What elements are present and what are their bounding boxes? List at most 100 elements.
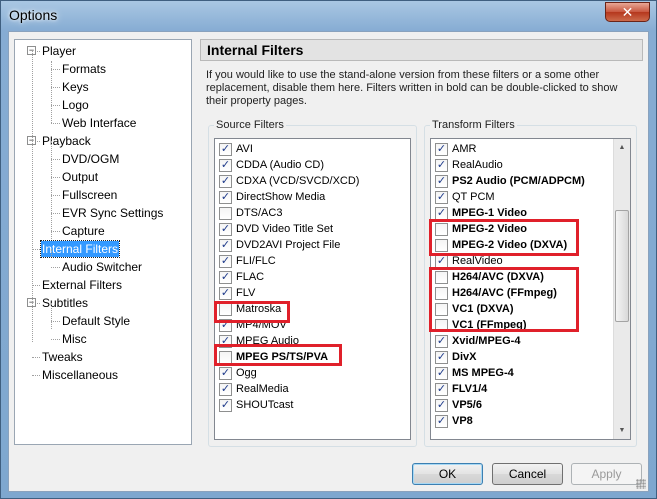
filter-checkbox[interactable]: ✓ xyxy=(435,335,448,348)
tree-connector xyxy=(51,213,60,214)
tree-connector xyxy=(51,123,60,124)
close-button[interactable]: ✕ xyxy=(605,2,650,22)
tree-connector xyxy=(51,231,60,232)
filter-checkbox[interactable] xyxy=(435,319,448,332)
scroll-up-icon[interactable]: ▲ xyxy=(614,139,630,156)
filter-checkbox[interactable] xyxy=(435,271,448,284)
filter-checkbox[interactable]: ✓ xyxy=(219,223,232,236)
filter-label: DirectShow Media xyxy=(236,191,326,203)
tree-connector xyxy=(51,303,52,329)
filter-label: FLV xyxy=(236,287,256,299)
tree-connector xyxy=(32,375,40,376)
filter-checkbox[interactable]: ✓ xyxy=(219,383,232,396)
transform-filters-scrollbar[interactable]: ▲ ▼ xyxy=(613,139,630,439)
filter-checkbox[interactable]: ✓ xyxy=(435,255,448,268)
filter-checkbox[interactable]: ✓ xyxy=(219,287,232,300)
filter-label: DivX xyxy=(452,351,477,363)
filter-label: H264/AVC (FFmpeg) xyxy=(452,287,557,299)
filter-label: FLV1/4 xyxy=(452,383,488,395)
resize-grip-icon[interactable] xyxy=(636,479,646,489)
tree-connector xyxy=(51,87,60,88)
tree-connector xyxy=(51,339,60,340)
filter-label: DVD Video Title Set xyxy=(236,223,334,235)
tree-item[interactable]: External Filters xyxy=(41,277,123,293)
filter-checkbox[interactable]: ✓ xyxy=(219,399,232,412)
filter-checkbox[interactable]: ✓ xyxy=(219,143,232,156)
options-tree[interactable]: − Player Formats Keys Logo Web Interface − Play… xyxy=(14,39,192,445)
filter-checkbox[interactable]: ✓ xyxy=(219,319,232,332)
source-filters-list[interactable]: ✓ AVI ✓ CDDA (Audio CD) ✓ CDXA (VCD/SVCD/XCD)… xyxy=(214,138,411,440)
tree-item[interactable]: Capture xyxy=(61,223,106,239)
cancel-button[interactable]: Cancel xyxy=(492,463,563,485)
filter-checkbox[interactable]: ✓ xyxy=(219,239,232,252)
apply-button[interactable]: Apply xyxy=(571,463,642,485)
filter-checkbox[interactable]: ✓ xyxy=(219,255,232,268)
filter-checkbox[interactable]: ✓ xyxy=(435,351,448,364)
tree-item[interactable]: Keys xyxy=(61,79,90,95)
tree-item[interactable]: Output xyxy=(61,169,99,185)
tree-item[interactable]: Default Style xyxy=(61,313,131,329)
filter-label: VC1 (FFmpeg) xyxy=(452,319,527,331)
filter-checkbox[interactable]: ✓ xyxy=(435,415,448,428)
tree-connector xyxy=(51,141,52,239)
scroll-down-icon[interactable]: ▼ xyxy=(614,422,630,439)
tree-item[interactable]: Playback xyxy=(41,133,92,149)
filter-checkbox[interactable] xyxy=(219,303,232,316)
tree-item[interactable]: Formats xyxy=(61,61,107,77)
filter-checkbox[interactable]: ✓ xyxy=(435,399,448,412)
filter-checkbox[interactable]: ✓ xyxy=(435,175,448,188)
ok-button[interactable]: OK xyxy=(412,463,483,485)
tree-item[interactable]: Web Interface xyxy=(61,115,137,131)
tree-item[interactable]: Audio Switcher xyxy=(61,259,143,275)
tree-item[interactable]: Internal Filters xyxy=(39,240,121,258)
filter-label: FLI/FLC xyxy=(236,255,276,267)
filter-checkbox[interactable]: ✓ xyxy=(219,175,232,188)
tree-item[interactable]: Miscellaneous xyxy=(41,367,119,383)
tree-connector xyxy=(51,249,52,257)
filter-checkbox[interactable] xyxy=(219,207,232,220)
tree-connector xyxy=(51,195,60,196)
tree-item[interactable]: Logo xyxy=(61,97,90,113)
filter-checkbox[interactable] xyxy=(435,239,448,252)
filter-label: MPEG-2 Video (DXVA) xyxy=(452,239,568,251)
filter-checkbox[interactable]: ✓ xyxy=(435,207,448,220)
tree-item[interactable]: EVR Sync Settings xyxy=(61,205,164,221)
title-bar[interactable]: Options ✕ xyxy=(1,1,656,31)
scroll-thumb[interactable] xyxy=(615,209,629,322)
page-title: Internal Filters xyxy=(200,39,643,61)
tree-item[interactable]: Fullscreen xyxy=(61,187,118,203)
filter-checkbox[interactable] xyxy=(219,351,232,364)
filter-checkbox[interactable]: ✓ xyxy=(435,159,448,172)
filter-label: DTS/AC3 xyxy=(236,207,283,219)
filter-checkbox[interactable] xyxy=(435,223,448,236)
filter-checkbox[interactable]: ✓ xyxy=(219,271,232,284)
filter-checkbox[interactable] xyxy=(435,303,448,316)
window-title: Options xyxy=(9,7,58,23)
filter-label: Matroska xyxy=(236,303,282,315)
filter-label: SHOUTcast xyxy=(236,399,294,411)
filter-checkbox[interactable]: ✓ xyxy=(219,367,232,380)
filter-label: MP4/MOV xyxy=(236,319,287,331)
transform-filters-list[interactable]: ▲ ▼ ✓ AMR ✓ RealAudio ✓ PS2 Audio (PCM/ADPCM)… xyxy=(430,138,631,440)
filter-label: MPEG-2 Video xyxy=(452,223,527,235)
filter-checkbox[interactable]: ✓ xyxy=(435,367,448,380)
tree-item[interactable]: Tweaks xyxy=(41,349,84,365)
tree-item[interactable]: DVD/OGM xyxy=(61,151,120,167)
filter-checkbox[interactable]: ✓ xyxy=(219,335,232,348)
filter-label: H264/AVC (DXVA) xyxy=(452,271,544,283)
filter-label: PS2 Audio (PCM/ADPCM) xyxy=(452,175,585,187)
tree-item[interactable]: Misc xyxy=(61,331,88,347)
tree-connector xyxy=(51,61,52,123)
page-description: If you would like to use the stand-alone… xyxy=(206,69,618,107)
filter-label: RealMedia xyxy=(236,383,289,395)
tree-item[interactable]: Player xyxy=(41,43,77,59)
filter-checkbox[interactable]: ✓ xyxy=(435,191,448,204)
filter-checkbox[interactable]: ✓ xyxy=(219,191,232,204)
filter-checkbox[interactable] xyxy=(435,287,448,300)
tree-item[interactable]: Subtitles xyxy=(41,295,89,311)
filter-checkbox[interactable]: ✓ xyxy=(435,143,448,156)
filter-checkbox[interactable]: ✓ xyxy=(219,159,232,172)
filter-label: CDDA (Audio CD) xyxy=(236,159,325,171)
filter-checkbox[interactable]: ✓ xyxy=(435,383,448,396)
filter-label: Xvid/MPEG-4 xyxy=(452,335,521,347)
